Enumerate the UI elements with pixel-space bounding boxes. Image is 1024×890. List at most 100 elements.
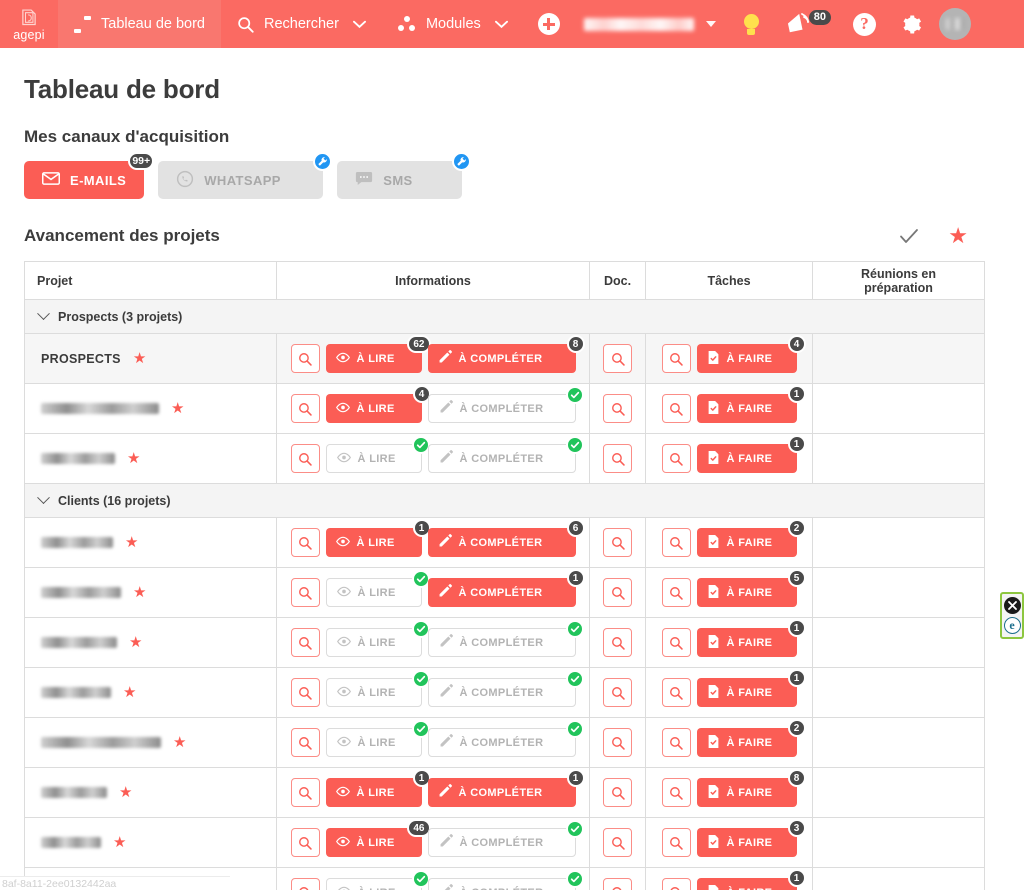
- table-row[interactable]: PROSPECTS ★ À LIRE 62 À COMPLÉTER 8 À FAIRE 4: [24, 333, 985, 384]
- row-favourite-star-icon[interactable]: ★: [127, 451, 140, 466]
- row-favourite-star-icon[interactable]: ★: [123, 685, 136, 700]
- informations-search-button[interactable]: [290, 828, 320, 857]
- column-header-reunions[interactable]: Réunions en préparation: [812, 261, 985, 300]
- a-faire-button[interactable]: À FAIRE 2: [696, 519, 806, 557]
- table-row[interactable]: ★ À LIRE À COMPLÉTER 1 À FAIRE 5: [24, 567, 985, 618]
- informations-search-button[interactable]: [290, 394, 320, 423]
- extension-e-icon[interactable]: e: [1003, 617, 1021, 634]
- taches-search-button[interactable]: [661, 778, 691, 807]
- a-lire-button[interactable]: À LIRE 4: [325, 385, 431, 423]
- a-lire-button[interactable]: À LIRE: [325, 670, 430, 707]
- table-row[interactable]: ★ À LIRE 1 À COMPLÉTER 6 À FAIRE 2: [24, 517, 985, 568]
- table-row[interactable]: ★ À LIRE 4 À COMPLÉTER À FAIRE 1: [24, 383, 985, 434]
- taches-search-button[interactable]: [661, 578, 691, 607]
- row-favourite-star-icon[interactable]: ★: [119, 785, 132, 800]
- browser-extension-widget[interactable]: e: [1000, 592, 1024, 639]
- column-header-doc[interactable]: Doc.: [589, 261, 646, 300]
- a-faire-button[interactable]: À FAIRE 1: [696, 669, 806, 707]
- a-completer-button[interactable]: À COMPLÉTER 6: [427, 519, 585, 557]
- group-toggle-0[interactable]: Prospects (3 projets): [24, 299, 985, 334]
- a-completer-button[interactable]: À COMPLÉTER: [427, 870, 584, 890]
- row-favourite-star-icon[interactable]: ★: [133, 585, 146, 600]
- a-lire-button[interactable]: À LIRE: [325, 570, 430, 607]
- informations-search-button[interactable]: [290, 728, 320, 757]
- a-lire-button[interactable]: À LIRE: [325, 720, 430, 757]
- channel-whatsapp-configure-icon[interactable]: [313, 152, 333, 171]
- a-faire-button[interactable]: À FAIRE 8: [696, 769, 806, 807]
- row-favourite-star-icon[interactable]: ★: [133, 351, 146, 366]
- star-icon[interactable]: ★: [948, 225, 968, 247]
- a-completer-button[interactable]: À COMPLÉTER 1: [427, 569, 585, 607]
- taches-search-button[interactable]: [661, 528, 691, 557]
- a-completer-button[interactable]: À COMPLÉTER 1: [427, 769, 585, 807]
- table-row[interactable]: ★ À LIRE À COMPLÉTER À FAIRE 1: [24, 667, 985, 718]
- nav-add-button[interactable]: [524, 0, 574, 48]
- doc-search-button[interactable]: [603, 778, 632, 807]
- informations-search-button[interactable]: [290, 878, 320, 890]
- close-circle-icon[interactable]: [1003, 597, 1021, 614]
- taches-search-button[interactable]: [661, 828, 691, 857]
- column-header-informations[interactable]: Informations: [276, 261, 590, 300]
- nav-dashboard[interactable]: Tableau de bord: [58, 0, 221, 48]
- a-lire-button[interactable]: À LIRE 46: [325, 819, 431, 857]
- table-row[interactable]: ★ À LIRE À COMPLÉTER À FAIRE 1: [24, 617, 985, 668]
- taches-search-button[interactable]: [661, 444, 691, 473]
- doc-search-button[interactable]: [603, 878, 632, 890]
- taches-search-button[interactable]: [661, 344, 691, 373]
- row-favourite-star-icon[interactable]: ★: [173, 735, 186, 750]
- informations-search-button[interactable]: [290, 528, 320, 557]
- group-header-row[interactable]: Clients (16 projets): [24, 483, 985, 518]
- table-row[interactable]: ★ À LIRE À COMPLÉTER À FAIRE 1: [24, 433, 985, 484]
- channel-emails[interactable]: E-MAILS 99+: [24, 152, 155, 199]
- taches-search-button[interactable]: [661, 628, 691, 657]
- nav-announcements-button[interactable]: 80: [777, 0, 841, 48]
- taches-search-button[interactable]: [661, 878, 691, 890]
- nav-help-button[interactable]: ?: [841, 0, 888, 48]
- informations-search-button[interactable]: [290, 628, 320, 657]
- doc-search-button[interactable]: [603, 578, 632, 607]
- informations-search-button[interactable]: [290, 344, 320, 373]
- row-favourite-star-icon[interactable]: ★: [113, 835, 126, 850]
- doc-search-button[interactable]: [603, 528, 632, 557]
- a-completer-button[interactable]: À COMPLÉTER: [427, 720, 584, 757]
- a-lire-button[interactable]: À LIRE 62: [325, 335, 431, 373]
- a-completer-button[interactable]: À COMPLÉTER 8: [427, 335, 585, 373]
- a-completer-button[interactable]: À COMPLÉTER: [427, 386, 584, 423]
- a-lire-button[interactable]: À LIRE 1: [325, 519, 431, 557]
- nav-user-avatar[interactable]: [935, 0, 983, 48]
- a-lire-button[interactable]: À LIRE: [325, 870, 430, 890]
- taches-search-button[interactable]: [661, 678, 691, 707]
- informations-search-button[interactable]: [290, 444, 320, 473]
- a-faire-button[interactable]: À FAIRE 1: [696, 435, 806, 473]
- a-faire-button[interactable]: À FAIRE 2: [696, 719, 806, 757]
- a-lire-button[interactable]: À LIRE: [325, 436, 430, 473]
- column-header-taches[interactable]: Tâches: [645, 261, 813, 300]
- informations-search-button[interactable]: [290, 578, 320, 607]
- table-row[interactable]: ★ À LIRE 1 À COMPLÉTER 1 À FAIRE 8: [24, 767, 985, 818]
- taches-search-button[interactable]: [661, 394, 691, 423]
- channel-sms-configure-icon[interactable]: [452, 152, 472, 171]
- doc-search-button[interactable]: [603, 828, 632, 857]
- a-faire-button[interactable]: À FAIRE 3: [696, 819, 806, 857]
- a-lire-button[interactable]: À LIRE: [325, 620, 430, 657]
- channel-sms[interactable]: SMS: [337, 152, 472, 199]
- row-favourite-star-icon[interactable]: ★: [171, 401, 184, 416]
- a-faire-button[interactable]: À FAIRE 1: [696, 869, 806, 890]
- a-completer-button[interactable]: À COMPLÉTER: [427, 820, 584, 857]
- doc-search-button[interactable]: [603, 628, 632, 657]
- column-header-projet[interactable]: Projet: [24, 261, 277, 300]
- row-favourite-star-icon[interactable]: ★: [129, 635, 142, 650]
- informations-search-button[interactable]: [290, 778, 320, 807]
- group-header-row[interactable]: Prospects (3 projets): [24, 299, 985, 334]
- nav-account-selector[interactable]: [574, 0, 726, 48]
- doc-search-button[interactable]: [603, 444, 632, 473]
- doc-search-button[interactable]: [603, 678, 632, 707]
- nav-tips-button[interactable]: [726, 0, 777, 48]
- nav-search[interactable]: Rechercher: [221, 0, 382, 48]
- a-faire-button[interactable]: À FAIRE 4: [696, 335, 806, 373]
- a-faire-button[interactable]: À FAIRE 1: [696, 385, 806, 423]
- table-row[interactable]: ★ À LIRE À COMPLÉTER À FAIRE 2: [24, 717, 985, 768]
- a-completer-button[interactable]: À COMPLÉTER: [427, 436, 584, 473]
- doc-search-button[interactable]: [603, 728, 632, 757]
- a-faire-button[interactable]: À FAIRE 1: [696, 619, 806, 657]
